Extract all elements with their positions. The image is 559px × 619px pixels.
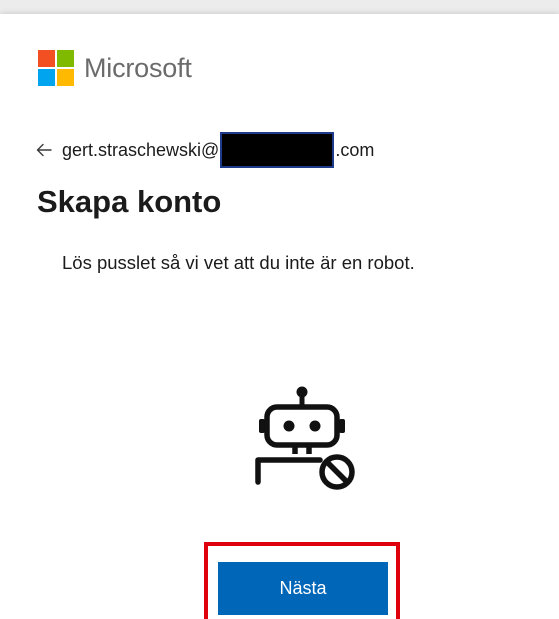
logo-square-green xyxy=(57,50,74,67)
email-prefix: gert.straschewski@ xyxy=(62,139,220,160)
redacted-email-domain xyxy=(220,132,335,168)
next-button[interactable]: Nästa xyxy=(218,562,388,615)
logo-square-blue xyxy=(38,69,55,86)
signup-card: Microsoft gert.straschewski@ .com Skapa … xyxy=(0,14,559,619)
arrow-left-icon[interactable] xyxy=(36,143,52,157)
robot-blocked-icon xyxy=(255,386,355,490)
brand-name: Microsoft xyxy=(84,52,192,83)
microsoft-logo-icon xyxy=(38,50,74,86)
page-title: Skapa konto xyxy=(37,184,222,219)
instruction-text: Lös pusslet så vi vet att du inte är en … xyxy=(62,252,415,273)
page: Microsoft gert.straschewski@ .com Skapa … xyxy=(0,0,559,619)
email-suffix: .com xyxy=(335,139,375,160)
microsoft-logo: Microsoft xyxy=(38,50,192,86)
logo-square-yellow xyxy=(57,69,74,86)
logo-square-red xyxy=(38,50,55,67)
identity-banner: gert.straschewski@ .com xyxy=(36,132,374,168)
